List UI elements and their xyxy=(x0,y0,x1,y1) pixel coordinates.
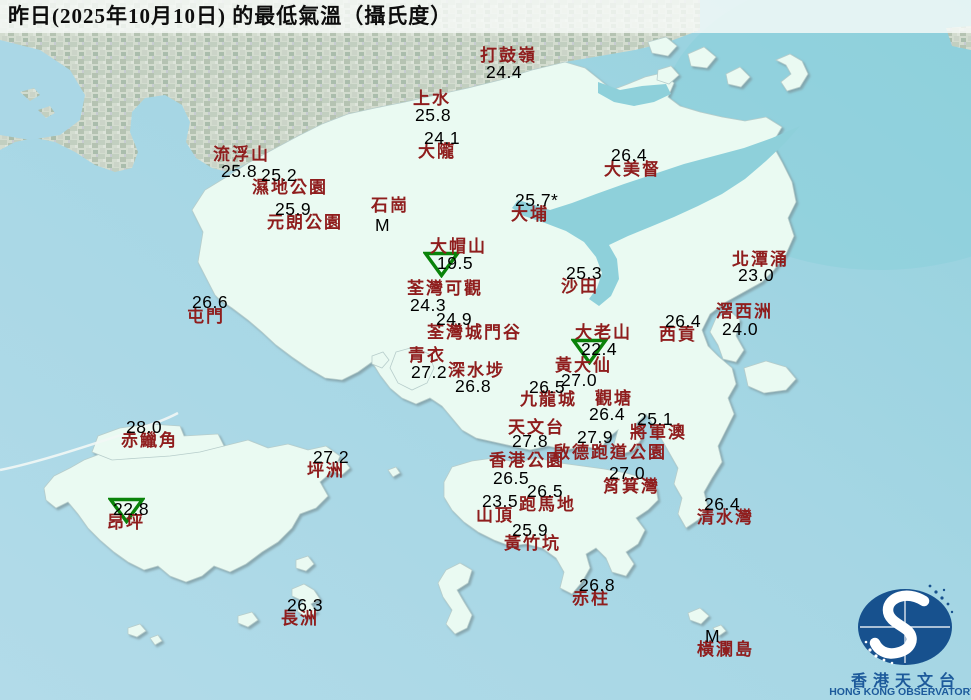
station-temp-value: 25.2 xyxy=(261,165,298,185)
page-title: 昨日(2025年10月10日) 的最低氣溫（攝氏度） xyxy=(8,4,453,28)
station-temp-value: 25.9 xyxy=(275,199,312,219)
station-temp-value: 26.4 xyxy=(665,311,702,331)
station-temp-value: 26.6 xyxy=(192,292,229,312)
station-temp-value: 25.3 xyxy=(566,263,603,283)
station-temp-value: 27.0 xyxy=(561,370,598,390)
station-temp-value: 24.1 xyxy=(424,128,461,148)
station-temp-value: 26.5 xyxy=(527,481,564,501)
station-temp-value: M xyxy=(705,626,721,646)
station-temp-value: 26.4 xyxy=(704,494,741,514)
station-temp-value: 26.5 xyxy=(529,377,566,397)
station-labels-layer: 打鼓嶺 24.4 上水 25.8 大隴 24.1 流浮山 25.8 濕地公園 25.2 元朗公園 25… xyxy=(0,0,971,700)
station-temp-value: 19.5 xyxy=(437,253,474,273)
station-temp-value: 28.0 xyxy=(126,417,163,437)
station-temp-value: 27.8 xyxy=(512,431,549,451)
station-temp-value: 25.9 xyxy=(512,520,549,540)
hko-logo-english-name: HONG KONG OBSERVATORY xyxy=(829,686,971,698)
station-name-label: 香港公園 xyxy=(489,451,565,470)
station-temp-value: 25.7* xyxy=(515,190,559,210)
station-temp-value: 26.5 xyxy=(493,468,530,488)
station-temp-value: 23.0 xyxy=(738,265,775,285)
station-temp-value: 25.8 xyxy=(415,105,452,125)
station-temp-value: 26.8 xyxy=(455,376,492,396)
station-temp-value: 27.2 xyxy=(411,362,448,382)
station-name-label: 石崗 xyxy=(371,196,409,215)
station-temp-value: 27.9 xyxy=(577,427,614,447)
station-temp-value: 25.1 xyxy=(637,409,674,429)
station-temp-value: 26.4 xyxy=(611,145,648,165)
station-temp-value: M xyxy=(375,215,391,235)
station-temp-value: 22.8 xyxy=(113,499,150,519)
station-temp-value: 26.3 xyxy=(287,595,324,615)
station-temp-value: 24.9 xyxy=(436,309,473,329)
station-temp-value: 24.4 xyxy=(486,62,523,82)
min-temp-map-page: 打鼓嶺 24.4 上水 25.8 大隴 24.1 流浮山 25.8 濕地公園 25.2 元朗公園 25… xyxy=(0,0,971,700)
station-temp-value: 24.0 xyxy=(722,319,759,339)
station-name-label: 滘西洲 xyxy=(716,302,773,321)
station-temp-value: 26.4 xyxy=(589,404,626,424)
station-temp-value: 26.8 xyxy=(579,575,616,595)
station-temp-value: 27.2 xyxy=(313,447,350,467)
station-temp-value: 23.5 xyxy=(482,491,519,511)
station-temp-value: 27.0 xyxy=(609,463,646,483)
